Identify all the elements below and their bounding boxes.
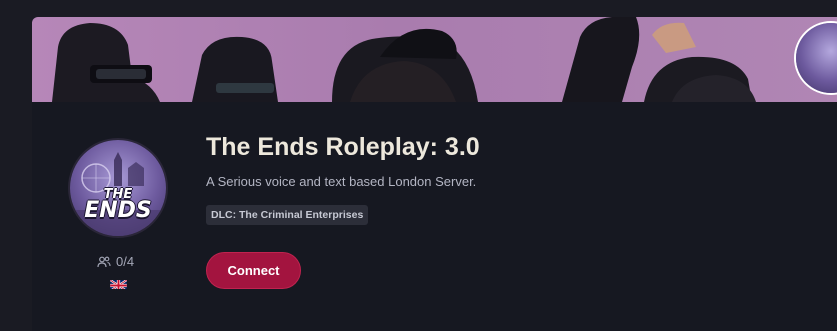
server-card: THE ENDS 0/4 The Ends Roleplay: 3.0 A Se… bbox=[32, 17, 837, 331]
server-description: A Serious voice and text based London Se… bbox=[206, 174, 477, 189]
server-title: The Ends Roleplay: 3.0 bbox=[206, 133, 480, 161]
player-count-value: 0/4 bbox=[116, 254, 135, 269]
server-page: THE ENDS 0/4 The Ends Roleplay: 3.0 A Se… bbox=[0, 0, 837, 331]
dlc-tag: DLC: The Criminal Enterprises bbox=[206, 205, 369, 225]
users-icon bbox=[97, 256, 111, 268]
logo-text-ends: ENDS bbox=[84, 198, 152, 223]
connect-button[interactable]: Connect bbox=[206, 252, 301, 289]
server-banner-image bbox=[32, 17, 837, 102]
uk-flag-icon bbox=[110, 278, 127, 289]
server-logo: THE ENDS bbox=[70, 140, 166, 236]
player-count: 0/4 bbox=[97, 254, 134, 269]
